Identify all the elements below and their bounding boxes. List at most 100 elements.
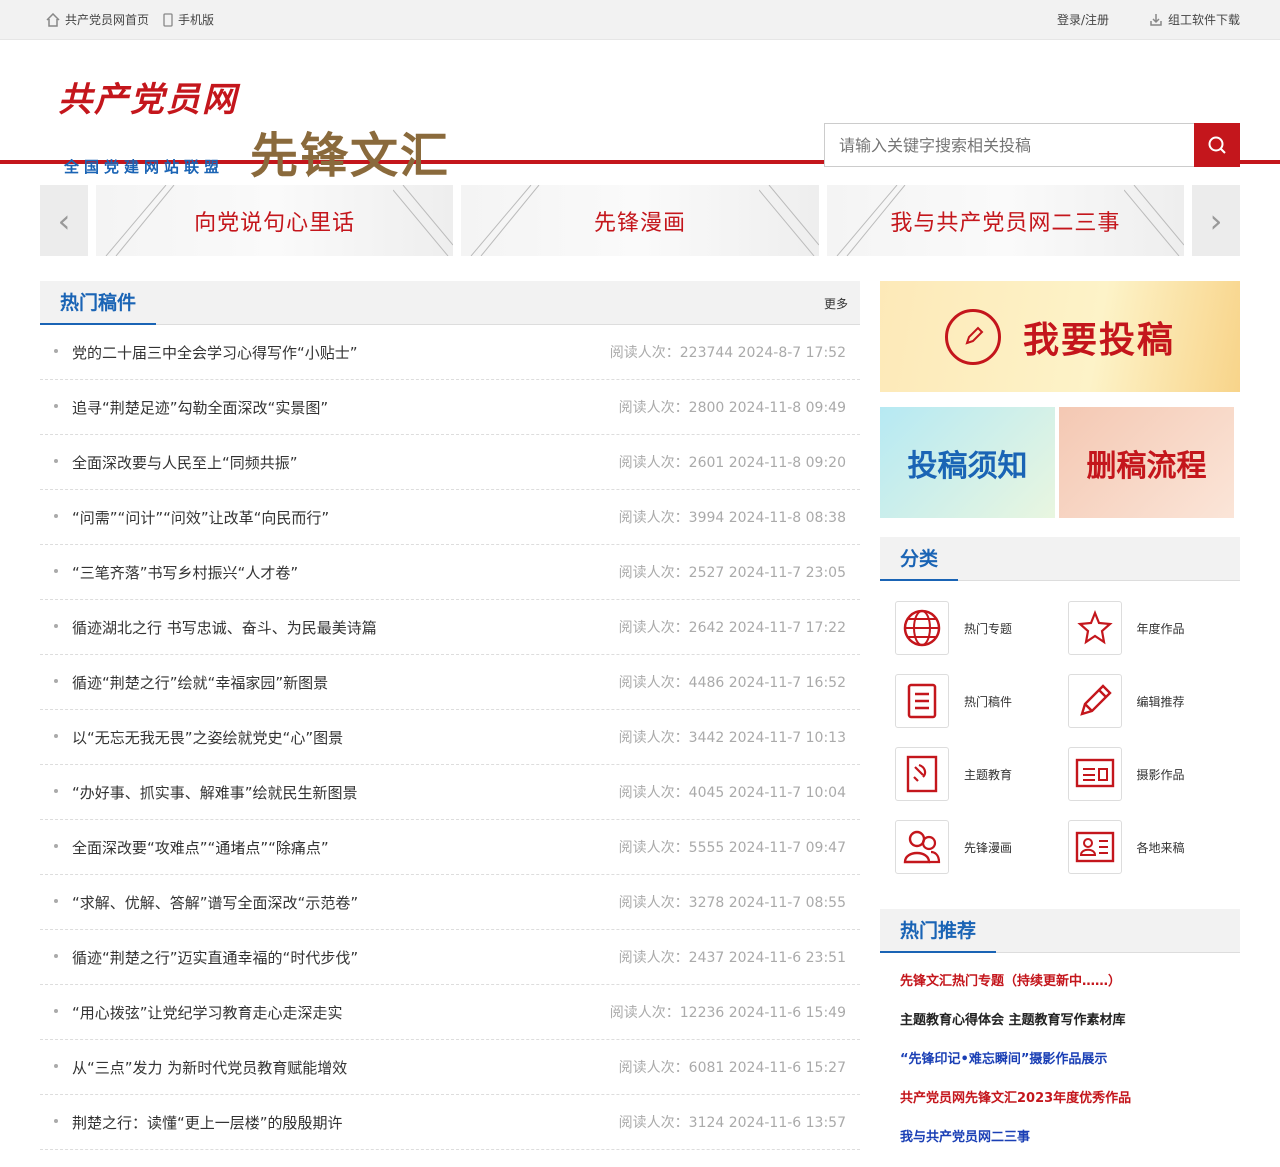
category-item[interactable]: 热门专题	[895, 601, 1068, 655]
site-header: 共产党员网 全国党建网站联盟 先锋文汇	[0, 40, 1280, 184]
submit-banner[interactable]: 我要投稿	[880, 281, 1240, 392]
bullet-icon	[54, 349, 58, 353]
download-link-label: 组工软件下载	[1167, 13, 1240, 27]
home-link[interactable]: 共产党员网首页	[46, 11, 149, 28]
category-item[interactable]: 编辑推荐	[1067, 674, 1241, 728]
article-row[interactable]: 追寻“荆楚足迹”勾勒全面深改“实景图” 阅读人次：2800 2024-11-8 0…	[40, 380, 860, 435]
article-row[interactable]: 循迹“荆楚之行”迈实直通幸福的“时代步伐” 阅读人次：2437 2024-11-6…	[40, 930, 860, 985]
article-row[interactable]: 以“无忘无我无畏”之姿绘就党史“心”图景 阅读人次：3442 2024-11-7 …	[40, 710, 860, 765]
article-title[interactable]: 从“三点”发力 为新时代党员教育赋能增效	[72, 1057, 347, 1078]
download-icon	[1150, 13, 1162, 26]
search-button[interactable]	[1194, 123, 1240, 167]
category-label: 先锋漫画	[964, 840, 1013, 855]
article-title[interactable]: 循迹湖北之行 书写忠诚、奋斗、为民最美诗篇	[72, 617, 377, 638]
login-link[interactable]: 登录/注册	[1057, 11, 1109, 28]
article-meta: 阅读人次：3278 2024-11-7 08:55	[618, 895, 846, 911]
guide-buttons: 投稿须知 删稿流程	[880, 407, 1240, 518]
article-row[interactable]: “求解、优解、答解”谱写全面深改“示范卷” 阅读人次：3278 2024-11-7…	[40, 875, 860, 930]
more-link[interactable]: 更多	[824, 295, 848, 312]
banner-title: 先锋漫画	[593, 210, 686, 236]
article-row[interactable]: “办好事、抓实事、解难事”绘就民生新图景 阅读人次：4045 2024-11-7 …	[40, 765, 860, 820]
article-meta: 阅读人次：2601 2024-11-8 09:20	[618, 455, 846, 471]
hot-articles-section: 热门稿件 更多 党的二十届三中全会学习心得写作“小贴士” 阅读人次：223744 …	[40, 281, 860, 1150]
article-row[interactable]: 循迹湖北之行 书写忠诚、奋斗、为民最美诗篇 阅读人次：2642 2024-11-7…	[40, 600, 860, 655]
bullet-icon	[54, 404, 58, 408]
logo-subtitle: 全国党建网站联盟	[64, 158, 225, 176]
recommend-link[interactable]: 共产党员网先锋文汇2023年度优秀作品	[900, 1087, 1240, 1126]
article-row[interactable]: “用心拨弦”让党纪学习教育走心走深走实 阅读人次：12236 2024-11-6 …	[40, 985, 860, 1040]
category-label: 热门稿件	[964, 694, 1013, 709]
banner-card[interactable]: 向党说句心里话	[96, 185, 454, 256]
phone-icon	[163, 12, 173, 27]
bullet-icon	[54, 1064, 58, 1068]
submission-guide-button[interactable]: 投稿须知	[880, 407, 1055, 518]
recommend-link[interactable]: 先锋文汇热门专题（持续更新中……）	[900, 970, 1240, 1009]
search-input[interactable]	[824, 123, 1194, 167]
bullet-icon	[54, 569, 58, 573]
article-title[interactable]: 追寻“荆楚足迹”勾勒全面深改“实景图”	[72, 397, 328, 418]
article-row[interactable]: 党的二十届三中全会学习心得写作“小贴士” 阅读人次：223744 2024-8-7…	[40, 325, 860, 380]
recommend-link[interactable]: 主题教育心得体会 主题教育写作素材库	[900, 1009, 1240, 1048]
category-label: 主题教育	[964, 767, 1013, 782]
category-item[interactable]: 先锋漫画	[895, 820, 1068, 874]
site-logo[interactable]: 共产党员网	[58, 72, 238, 121]
category-header: 分类	[880, 537, 1240, 581]
article-title[interactable]: 党的二十届三中全会学习心得写作“小贴士”	[72, 342, 358, 363]
download-link[interactable]: 组工软件下载	[1149, 11, 1240, 28]
category-label: 年度作品	[1136, 621, 1185, 636]
article-title[interactable]: “用心拨弦”让党纪学习教育走心走深走实	[72, 1002, 343, 1023]
carousel-next-button[interactable]: ›	[1191, 185, 1240, 256]
banner-carousel: ‹ 向党说句心里话 先锋漫画 我与共产党员网二三事 ›	[40, 185, 1240, 256]
article-row[interactable]: 全面深改要与人民至上“同频共振” 阅读人次：2601 2024-11-8 09:2…	[40, 435, 860, 490]
article-row[interactable]: 荆楚之行：读懂“更上一层楼”的殷殷期许 阅读人次：3124 2024-11-6 1…	[40, 1095, 860, 1150]
article-row[interactable]: “问需”“问计”“问效”让改革“向民而行” 阅读人次：3994 2024-11-8…	[40, 490, 860, 545]
bullet-icon	[54, 679, 58, 683]
bullet-icon	[54, 459, 58, 463]
category-label: 摄影作品	[1136, 767, 1185, 782]
article-title[interactable]: 以“无忘无我无畏”之姿绘就党史“心”图景	[72, 727, 343, 748]
article-row[interactable]: “三笔齐落”书写乡村振兴“人才卷” 阅读人次：2527 2024-11-7 23:…	[40, 545, 860, 600]
decorative-lines	[105, 185, 175, 256]
article-title[interactable]: 循迹“荆楚之行”绘就“幸福家园”新图景	[72, 672, 328, 693]
category-item[interactable]: 各地来稿	[1067, 820, 1241, 874]
article-title[interactable]: 荆楚之行：读懂“更上一层楼”的殷殷期许	[72, 1112, 343, 1133]
party-book-icon	[895, 747, 949, 801]
banner-card[interactable]: 先锋漫画	[461, 185, 819, 256]
category-item[interactable]: 年度作品	[1067, 601, 1241, 655]
article-title[interactable]: 全面深改要与人民至上“同频共振”	[72, 452, 298, 473]
article-title[interactable]: “办好事、抓实事、解难事”绘就民生新图景	[72, 782, 358, 803]
section-header: 热门稿件 更多	[40, 281, 860, 325]
article-title[interactable]: “求解、优解、答解”谱写全面深改“示范卷”	[72, 892, 358, 913]
mobile-link-label: 手机版	[178, 13, 215, 27]
pencil-circle-icon	[944, 308, 1001, 365]
section-title: 热门稿件	[40, 281, 157, 325]
article-meta: 阅读人次：3994 2024-11-8 08:38	[618, 510, 846, 526]
category-item[interactable]: 主题教育	[895, 747, 1068, 801]
article-meta: 阅读人次：2642 2024-11-7 17:22	[618, 620, 846, 636]
category-item[interactable]: 摄影作品	[1067, 747, 1241, 801]
recommend-list: 先锋文汇热门专题（持续更新中……） 主题教育心得体会 主题教育写作素材库 “先锋印记…	[880, 953, 1240, 1165]
recommend-link[interactable]: 我与共产党员网二三事	[900, 1126, 1240, 1165]
article-row[interactable]: 全面深改要“攻难点”“通堵点”“除痛点” 阅读人次：5555 2024-11-7 …	[40, 820, 860, 875]
mobile-link[interactable]: 手机版	[163, 11, 214, 28]
bullet-icon	[54, 844, 58, 848]
globe-icon	[895, 601, 949, 655]
article-row[interactable]: 从“三点”发力 为新时代党员教育赋能增效 阅读人次：6081 2024-11-6 …	[40, 1040, 860, 1095]
category-label: 热门专题	[964, 621, 1013, 636]
decorative-lines	[470, 185, 540, 256]
article-title[interactable]: 循迹“荆楚之行”迈实直通幸福的“时代步伐”	[72, 947, 358, 968]
recommend-title: 热门推荐	[880, 909, 997, 953]
id-card-icon	[1067, 820, 1122, 874]
deletion-flow-button[interactable]: 删稿流程	[1059, 407, 1234, 518]
carousel-prev-button[interactable]: ‹	[40, 185, 88, 256]
article-title[interactable]: “三笔齐落”书写乡村振兴“人才卷”	[72, 562, 298, 583]
chevron-left-icon: ‹	[57, 201, 71, 240]
banner-card[interactable]: 我与共产党员网二三事	[826, 185, 1184, 256]
article-row[interactable]: 循迹“荆楚之行”绘就“幸福家园”新图景 阅读人次：4486 2024-11-7 1…	[40, 655, 860, 710]
users-icon	[895, 820, 949, 874]
recommend-link[interactable]: “先锋印记•难忘瞬间”摄影作品展示	[900, 1048, 1240, 1087]
category-item[interactable]: 热门稿件	[895, 674, 1068, 728]
article-title[interactable]: 全面深改要“攻难点”“通堵点”“除痛点”	[72, 837, 329, 858]
bullet-icon	[54, 954, 58, 958]
article-title[interactable]: “问需”“问计”“问效”让改革“向民而行”	[72, 507, 329, 528]
